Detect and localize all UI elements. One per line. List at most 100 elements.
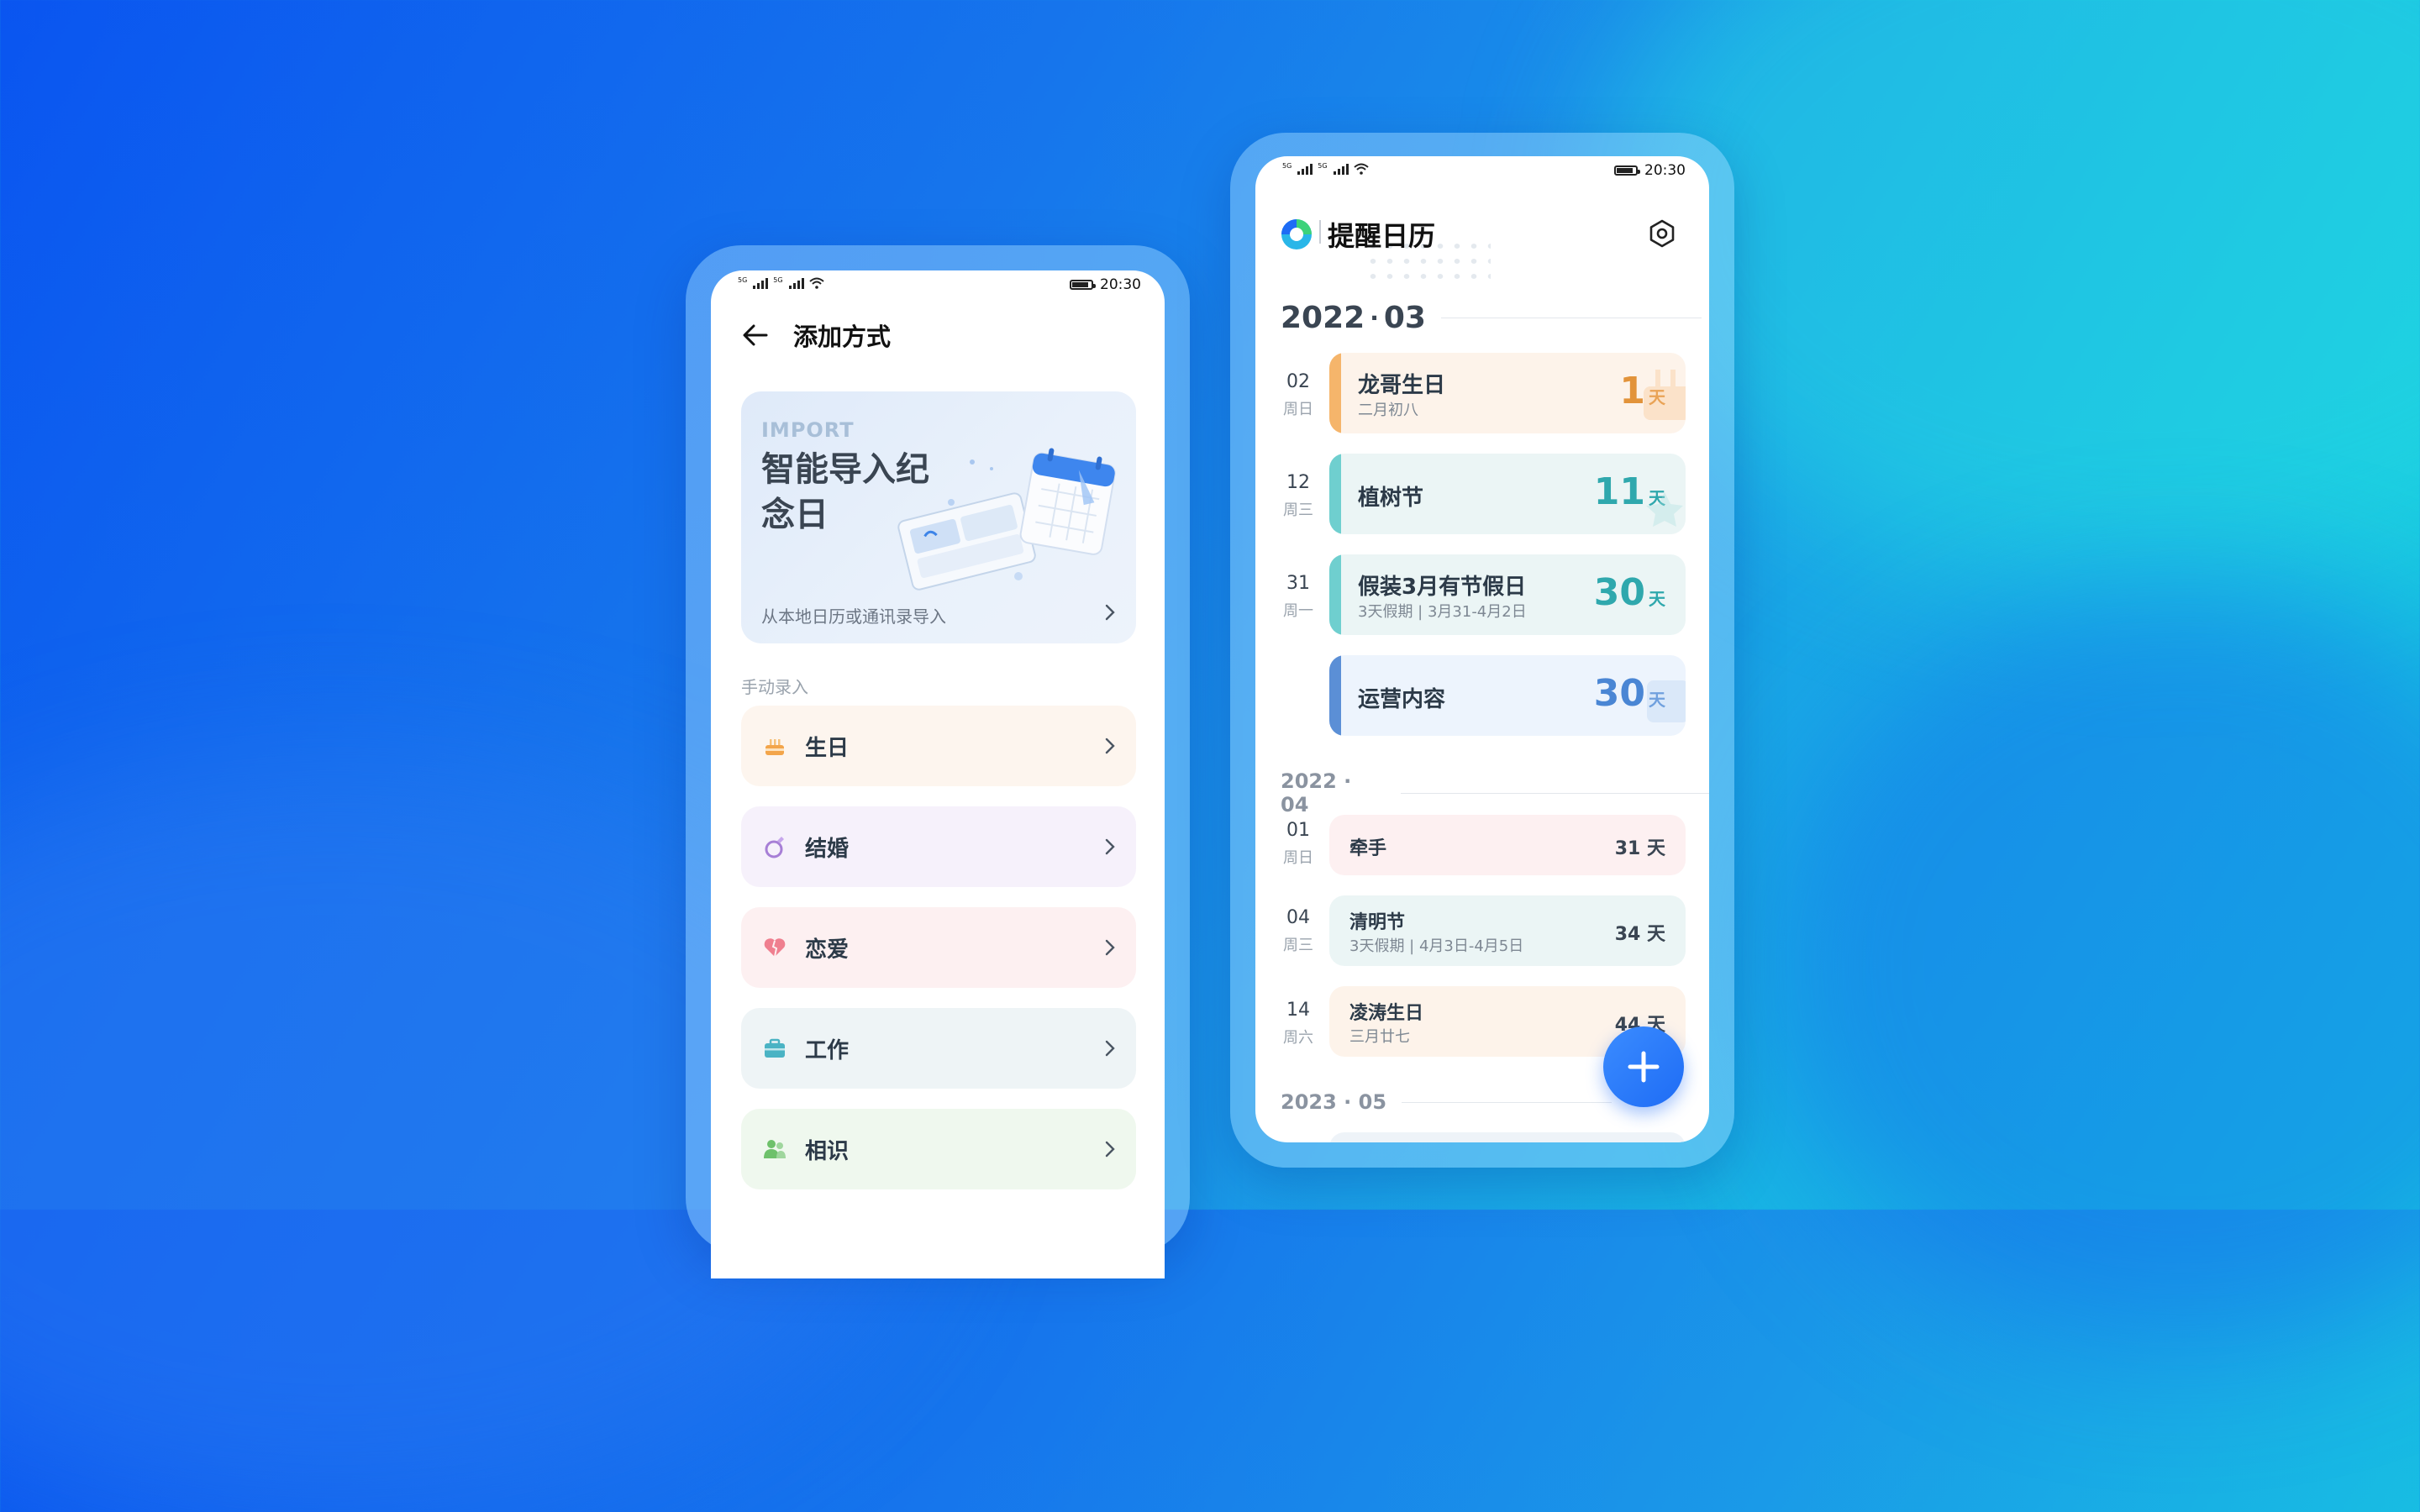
event-weekday: 周六 (1283, 1029, 1313, 1047)
right-phone-frame: 5G 5G 20:30 提醒日历 2022 · 03 02 周日 龙哥生日 二月… (1230, 133, 1734, 1168)
event-date: 14 周六 (1281, 1000, 1316, 1047)
reminder-calendar-screen: 5G 5G 20:30 提醒日历 2022 · 03 02 周日 龙哥生日 二月… (1255, 156, 1709, 1142)
chevron-right-icon (1105, 1141, 1115, 1158)
event-day: 01 (1286, 820, 1310, 841)
app-title: 提醒日历 (1318, 215, 1435, 254)
calendar-watermark-icon (1647, 680, 1686, 722)
category-birthday[interactable]: 生日 (741, 706, 1136, 786)
manual-entry-label: 手动录入 (741, 677, 808, 697)
chevron-right-icon (1105, 604, 1115, 621)
import-subtitle: 从本地日历或通讯录导入 (761, 606, 946, 627)
wifi-icon (808, 277, 824, 289)
add-method-screen: 5G 5G 20:30 添加方式 IMPORT 智能导入纪念日 从本地日历或通讯… (711, 270, 1165, 1278)
event-date: 01 周日 (1281, 820, 1316, 868)
people-icon (761, 1136, 788, 1163)
wifi-icon (1353, 163, 1369, 175)
event-title: 假装3月有节假日 (1358, 575, 1527, 600)
signal-indicators: 5G 5G (738, 277, 824, 289)
month-header-2022-03: 2022 · 03 (1281, 301, 1702, 335)
battery-icon (1070, 280, 1096, 290)
event-card-arbor-day[interactable]: 植树节 11 天 (1329, 454, 1686, 534)
category-love[interactable]: 恋爱 (741, 907, 1136, 988)
event-date: 31 周一 (1281, 573, 1316, 621)
event-countdown: 30 天 (1594, 571, 1665, 614)
battery-icon (1614, 165, 1640, 176)
event-card-partial[interactable] (1329, 1132, 1686, 1142)
star-watermark-icon (1646, 492, 1683, 527)
event-subtitle: 3天假期 | 3月31-4月2日 (1358, 603, 1527, 621)
event-card-holding-hands[interactable]: 牵手 31 天 (1329, 815, 1686, 875)
event-day: 31 (1286, 573, 1310, 594)
calendar-illustration-icon (897, 448, 1116, 591)
signal-icon (753, 278, 769, 289)
signal-icon-2 (788, 278, 804, 289)
category-wedding[interactable]: 结婚 (741, 806, 1136, 887)
chevron-right-icon (1105, 838, 1115, 855)
event-date: 12 周三 (1281, 472, 1316, 520)
status-time: 20:30 (1644, 162, 1686, 179)
event-weekday: 周一 (1283, 602, 1313, 620)
month-header-2022-04: 2022 · 04 (1281, 769, 1709, 816)
add-event-button[interactable] (1603, 1026, 1684, 1107)
event-date: 02 周日 (1281, 371, 1316, 419)
smart-import-card[interactable]: IMPORT 智能导入纪念日 从本地日历或通讯录导入 (741, 391, 1136, 643)
event-day: 02 (1286, 371, 1310, 392)
signal-icon-2 (1333, 164, 1349, 175)
event-title: 牵手 (1349, 838, 1387, 859)
event-card-fake-holiday[interactable]: 假装3月有节假日 3天假期 | 3月31-4月2日 30 天 (1329, 554, 1686, 635)
chevron-right-icon (1105, 1040, 1115, 1057)
month-label: 2022 · 04 (1281, 769, 1352, 816)
settings-icon[interactable] (1647, 218, 1677, 249)
month-label: 2023 · 05 (1281, 1090, 1387, 1114)
page-title: 添加方式 (793, 323, 892, 351)
event-title: 龙哥生日 (1358, 373, 1446, 398)
divider (1401, 792, 1709, 794)
signal-indicators: 5G 5G (1282, 163, 1369, 175)
event-card-operations[interactable]: 运营内容 30 天 (1329, 655, 1686, 736)
back-arrow-icon[interactable] (741, 321, 770, 349)
event-color-bar (1329, 454, 1341, 534)
category-label: 恋爱 (805, 937, 850, 963)
event-title: 植树节 (1358, 486, 1424, 511)
category-work[interactable]: 工作 (741, 1008, 1136, 1089)
event-color-bar (1329, 353, 1341, 433)
chevron-right-icon (1105, 738, 1115, 754)
event-weekday: 周三 (1283, 937, 1313, 954)
event-card-longge-birthday[interactable]: 龙哥生日 二月初八 1 天 (1329, 353, 1686, 433)
event-weekday: 周三 (1283, 501, 1313, 519)
status-bar: 5G 5G 20:30 (711, 270, 1165, 299)
month-year: 2022 (1281, 301, 1365, 335)
month-sep: · (1370, 304, 1379, 332)
event-subtitle: 二月初八 (1358, 402, 1418, 419)
event-date: 04 周三 (1281, 907, 1316, 955)
ring-icon (761, 833, 788, 860)
event-color-bar (1329, 554, 1341, 635)
app-logo-icon (1281, 219, 1312, 249)
network-type: 5G (1282, 162, 1292, 170)
divider (1402, 1101, 1612, 1103)
event-title: 运营内容 (1358, 687, 1446, 712)
event-card-qingming[interactable]: 清明节 3天假期 | 4月3日-4月5日 34 天 (1329, 895, 1686, 966)
month-num: 03 (1383, 301, 1426, 335)
network-type-2: 5G (1318, 162, 1328, 170)
event-subtitle: 三月廿七 (1349, 1028, 1410, 1046)
plus-icon (1628, 1051, 1660, 1083)
month-header-2023-05: 2023 · 05 (1281, 1090, 1612, 1114)
category-label: 相识 (805, 1138, 850, 1164)
category-label: 生日 (805, 735, 850, 761)
event-color-bar (1329, 655, 1341, 736)
category-label: 工作 (805, 1037, 850, 1063)
event-day: 12 (1286, 472, 1310, 493)
event-subtitle: 3天假期 | 4月3日-4月5日 (1349, 937, 1524, 955)
briefcase-icon (761, 1035, 788, 1062)
category-acquaintance[interactable]: 相识 (741, 1109, 1136, 1189)
countdown-number: 30 (1593, 571, 1645, 614)
cake-icon (761, 732, 788, 759)
status-bar: 5G 5G 20:30 (1255, 156, 1709, 185)
heart-icon (761, 934, 788, 961)
event-title: 凌涛生日 (1349, 1003, 1424, 1024)
status-time: 20:30 (1100, 276, 1141, 293)
countdown-unit: 天 (1649, 589, 1665, 609)
event-day: 14 (1286, 1000, 1310, 1021)
network-type: 5G (738, 276, 748, 284)
